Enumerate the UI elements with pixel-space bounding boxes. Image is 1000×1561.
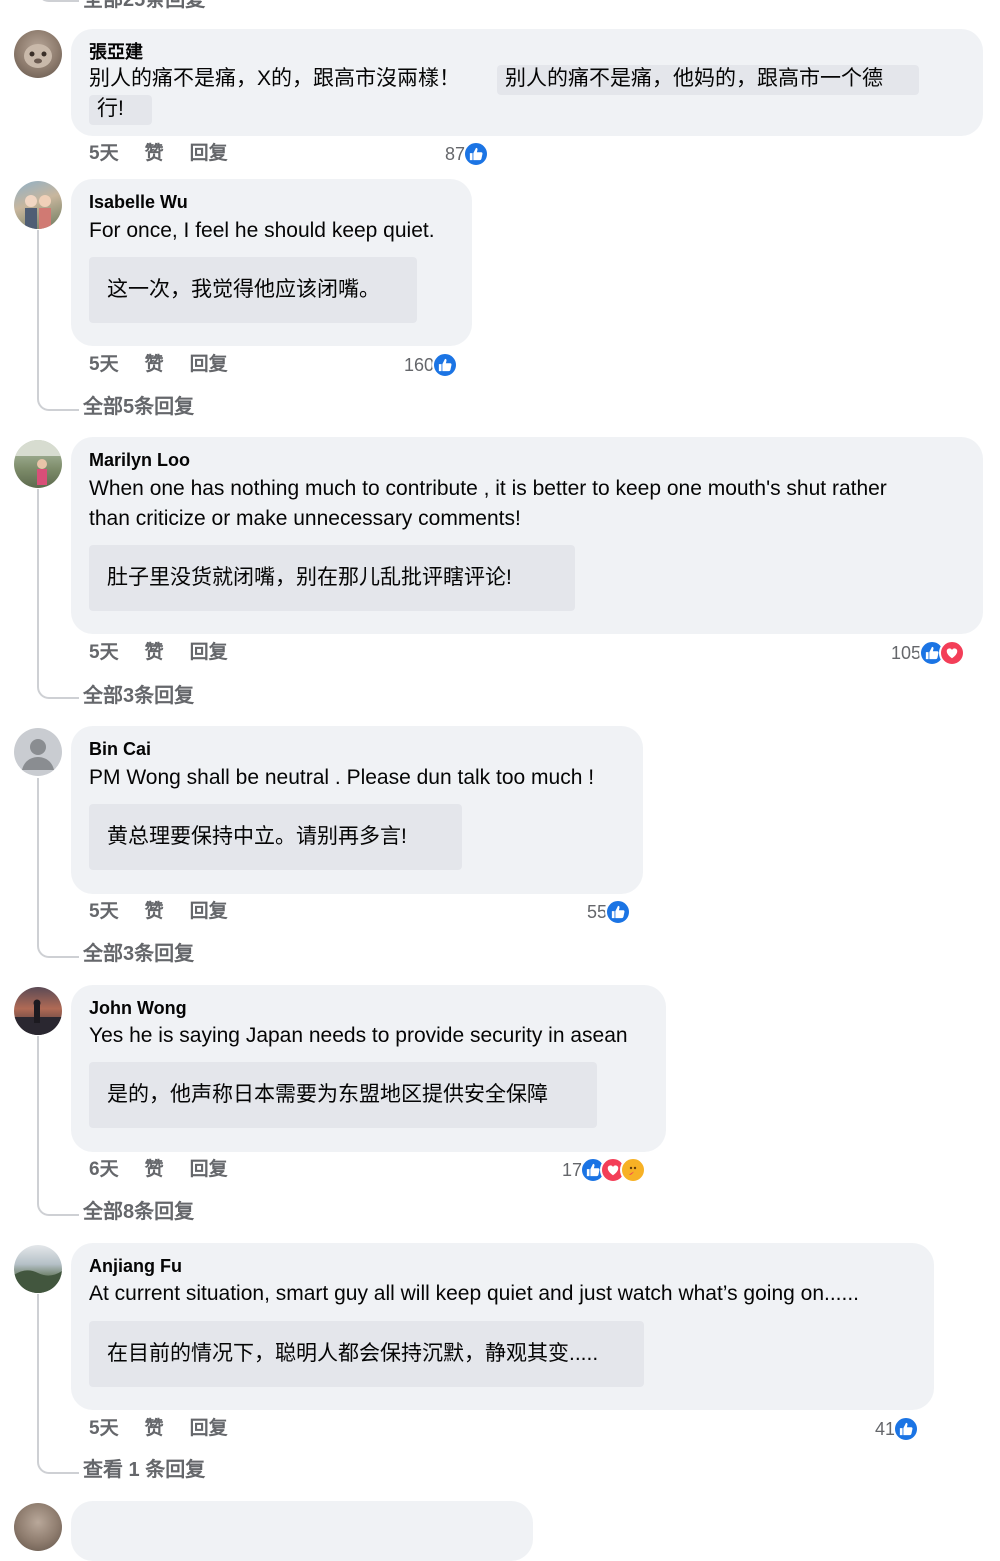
view-replies-link[interactable]: 全部3条回复 xyxy=(83,942,194,966)
view-replies-link[interactable]: 查看 1 条回复 xyxy=(83,1458,205,1482)
comment-bubble: Isabelle Wu For once, I feel he should k… xyxy=(71,179,472,346)
avatar[interactable] xyxy=(14,987,62,1035)
reaction-summary[interactable]: 105 xyxy=(891,639,966,667)
avatar-image xyxy=(14,440,62,485)
like-icon xyxy=(893,1416,920,1442)
comment-author[interactable]: Isabelle Wu xyxy=(89,191,188,213)
reaction-summary[interactable]: 55 xyxy=(587,898,632,926)
view-replies-link[interactable]: 全部5条回复 xyxy=(83,395,194,419)
comment-actions: 6天 赞 回复 xyxy=(89,1158,254,1182)
comment-text: 别人的痛不是痛，X的，跟高市沒兩樣！ xyxy=(89,64,460,94)
like-button[interactable]: 赞 xyxy=(145,642,164,663)
avatar-image xyxy=(25,195,51,229)
avatar[interactable] xyxy=(14,1503,62,1551)
like-icon xyxy=(605,899,632,925)
comment-author[interactable]: Bin Cai xyxy=(89,738,151,760)
comment-actions: 5天 赞 回复 xyxy=(89,900,254,924)
comment-time[interactable]: 6天 xyxy=(89,1159,119,1180)
comment-text: than criticize or make unnecessary comme… xyxy=(89,507,521,530)
love-icon xyxy=(939,640,966,666)
reaction-summary[interactable]: 160 xyxy=(404,351,459,379)
avatar[interactable] xyxy=(14,1245,62,1293)
comment-author[interactable]: Anjiang Fu xyxy=(89,1255,182,1277)
translation-text: 行! xyxy=(97,97,124,120)
comment-actions: 5天 赞 回复 xyxy=(89,353,254,377)
comment-text: PM Wong shall be neutral . Please dun ta… xyxy=(89,766,595,789)
comment-time[interactable]: 5天 xyxy=(89,143,119,164)
avatar-image xyxy=(14,1270,62,1293)
reaction-summary[interactable]: 41 xyxy=(875,1415,920,1443)
reply-button[interactable]: 回复 xyxy=(190,143,228,164)
comment-bubble: Anjiang Fu At current situation, smart g… xyxy=(71,1243,934,1410)
default-avatar-icon xyxy=(22,739,54,770)
reaction-summary[interactable]: 87 xyxy=(445,140,490,168)
comment-text: At current situation, smart guy all will… xyxy=(89,1282,860,1305)
translation-block: 这一次，我觉得他应该闭嘴。 xyxy=(89,257,417,323)
like-button[interactable]: 赞 xyxy=(145,1418,164,1439)
reaction-count: 55 xyxy=(587,901,608,922)
reaction-count: 17 xyxy=(562,1159,583,1180)
reply-button[interactable]: 回复 xyxy=(190,901,228,922)
view-replies-link[interactable]: 全部3条回复 xyxy=(83,684,194,708)
reaction-summary[interactable]: 17 xyxy=(562,1156,647,1184)
reply-button[interactable]: 回复 xyxy=(190,354,228,375)
view-replies-link[interactable]: 全部8条回复 xyxy=(83,1200,194,1224)
reply-button[interactable]: 回复 xyxy=(190,642,228,663)
comment-bubble: Bin Cai PM Wong shall be neutral . Pleas… xyxy=(71,726,643,894)
avatar-image xyxy=(14,999,62,1035)
avatar[interactable] xyxy=(14,181,62,229)
comment-bubble: Marilyn Loo When one has nothing much to… xyxy=(71,437,983,634)
comment-actions: 5天 赞 回复 xyxy=(89,641,254,665)
comment-author[interactable]: 張亞建 xyxy=(89,41,143,63)
reaction-count: 160 xyxy=(404,354,435,375)
reaction-count: 41 xyxy=(875,1418,896,1439)
avatar-image xyxy=(24,44,52,68)
translation-block: 肚子里没货就闭嘴，别在那儿乱批评瞎评论! xyxy=(89,545,575,611)
avatar[interactable] xyxy=(14,30,62,78)
like-icon xyxy=(463,141,490,167)
comment-actions: 5天 赞 回复 xyxy=(89,142,254,166)
comment-time[interactable]: 5天 xyxy=(89,901,119,922)
original-text: 别人的痛不是痛，X的，跟高市沒兩樣！ xyxy=(89,67,461,90)
translation-block: 是的，他声称日本需要为东盟地区提供安全保障 xyxy=(89,1062,597,1128)
like-button[interactable]: 赞 xyxy=(145,354,164,375)
translation-text: 别人的痛不是痛，他妈的，跟高市一个德 xyxy=(505,67,883,90)
thread-connector xyxy=(37,0,79,2)
comment-text: When one has nothing much to contribute … xyxy=(89,477,887,500)
reply-button[interactable]: 回复 xyxy=(190,1418,228,1439)
reaction-count: 105 xyxy=(891,642,922,663)
translation-block: 黄总理要保持中立。请别再多言! xyxy=(89,804,462,870)
translation-block: 在目前的情况下，聪明人都会保持沉默，静观其变..... xyxy=(89,1321,644,1387)
like-button[interactable]: 赞 xyxy=(145,143,164,164)
comment-bubble xyxy=(71,1501,533,1561)
comment-text: Yes he is saying Japan needs to provide … xyxy=(89,1024,628,1047)
comment-text: For once, I feel he should keep quiet. xyxy=(89,219,435,242)
like-button[interactable]: 赞 xyxy=(145,901,164,922)
reaction-count: 87 xyxy=(445,143,466,164)
comment-actions: 5天 赞 回复 xyxy=(89,1417,254,1441)
comment-author[interactable]: John Wong xyxy=(89,997,187,1019)
comment-time[interactable]: 5天 xyxy=(89,1418,119,1439)
like-button[interactable]: 赞 xyxy=(145,1159,164,1180)
comment-bubble: 張亞建 别人的痛不是痛，X的，跟高市沒兩樣！ 别人的痛不是痛，他妈的，跟高市一个… xyxy=(71,29,983,136)
like-icon xyxy=(432,352,459,378)
comment-author[interactable]: Marilyn Loo xyxy=(89,449,190,471)
care-icon xyxy=(620,1157,647,1183)
comment-bubble: John Wong Yes he is saying Japan needs t… xyxy=(71,985,666,1152)
avatar[interactable] xyxy=(14,728,62,776)
comment-time[interactable]: 5天 xyxy=(89,354,119,375)
avatar[interactable] xyxy=(14,440,62,488)
comment-time[interactable]: 5天 xyxy=(89,642,119,663)
view-replies-link[interactable]: 全部25条回复 xyxy=(83,0,205,12)
reply-button[interactable]: 回复 xyxy=(190,1159,228,1180)
